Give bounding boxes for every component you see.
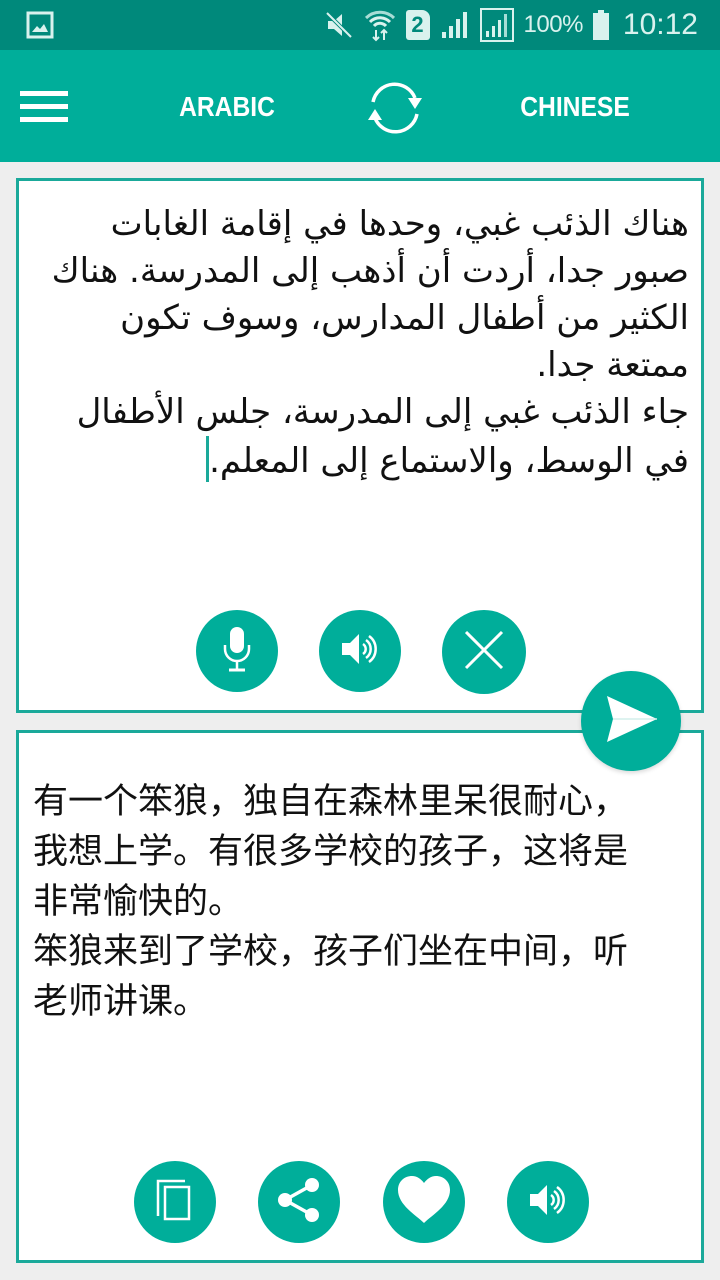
battery-icon <box>592 0 609 50</box>
battery-percentage: 100% <box>523 11 584 38</box>
translation-paragraph: 笨狼来到了学校，孩子们坐在中间，听老师讲课。 <box>33 932 629 1022</box>
app-toolbar: ARABIC CHINESE <box>0 50 720 162</box>
source-paragraph: هناك الذئب غبي، وحدها في إقامة الغابات ص… <box>51 204 689 385</box>
microphone-icon <box>220 625 254 678</box>
source-text-input[interactable]: هناك الذئب غبي، وحدها في إقامة الغابات ص… <box>43 201 689 485</box>
clock: 10:12 <box>622 8 698 41</box>
hamburger-menu-icon[interactable] <box>20 88 68 124</box>
translate-button[interactable] <box>581 671 681 771</box>
clear-button[interactable] <box>442 610 526 694</box>
signal-sim2-icon <box>479 0 514 50</box>
speak-translation-button[interactable] <box>507 1161 589 1243</box>
speaker-icon <box>340 629 380 674</box>
close-icon <box>464 630 504 675</box>
target-language-button[interactable]: CHINESE <box>498 86 651 128</box>
sim-2-icon: 2 <box>405 0 430 50</box>
swap-languages-icon[interactable] <box>360 78 432 138</box>
share-icon <box>275 1176 323 1229</box>
copy-button[interactable] <box>134 1161 216 1243</box>
source-paragraph: جاء الذئب غبي إلى المدرسة، جلس الأطفال ف… <box>76 392 689 481</box>
gallery-notification-icon <box>26 11 54 39</box>
copy-icon <box>155 1178 195 1227</box>
translation-output: 有一个笨狼，独自在森林里呆很耐心，我想上学。有很多学校的孩子，这将是非常愉快的。… <box>33 777 661 1027</box>
status-bar: 2 100% 10:12 <box>0 0 720 50</box>
heart-icon <box>396 1175 452 1230</box>
share-button[interactable] <box>258 1161 340 1243</box>
translation-paragraph: 有一个笨狼，独自在森林里呆很耐心，我想上学。有很多学校的孩子，这将是非常愉快的。 <box>33 782 629 922</box>
microphone-button[interactable] <box>196 610 278 692</box>
speaker-icon <box>528 1180 568 1225</box>
translation-panel: 有一个笨狼，独自在森林里呆很耐心，我想上学。有很多学校的孩子，这将是非常愉快的。… <box>16 730 704 1263</box>
speak-source-button[interactable] <box>319 610 401 692</box>
wifi-data-icon <box>364 0 396 50</box>
favorite-button[interactable] <box>383 1161 465 1243</box>
mute-icon <box>324 0 354 50</box>
signal-icon <box>440 0 470 50</box>
send-icon <box>603 694 659 749</box>
source-language-button[interactable]: ARABIC <box>159 86 295 128</box>
source-text-panel: هناك الذئب غبي، وحدها في إقامة الغابات ص… <box>16 178 704 713</box>
